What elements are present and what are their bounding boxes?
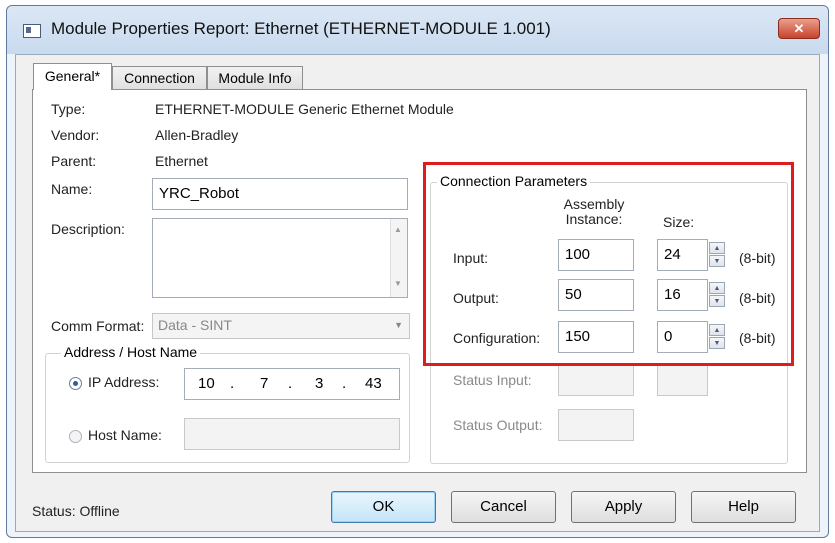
type-value: ETHERNET-MODULE Generic Ethernet Module — [155, 101, 454, 117]
title-bar[interactable]: Module Properties Report: Ethernet (ETHE… — [7, 6, 828, 54]
name-input[interactable]: YRC_Robot — [152, 178, 408, 210]
scroll-up-icon[interactable]: ▲ — [394, 225, 402, 234]
description-scrollbar[interactable]: ▲ ▼ — [390, 219, 407, 297]
parent-value: Ethernet — [155, 153, 208, 169]
cancel-button[interactable]: Cancel — [451, 491, 556, 523]
status-output-label: Status Output: — [453, 417, 543, 433]
ip-dot: . — [230, 375, 235, 392]
ip-address-input[interactable]: 10 . 7 . 3 . 43 — [184, 368, 400, 400]
parent-label: Parent: — [51, 153, 97, 169]
window-icon — [23, 24, 41, 38]
scroll-down-icon[interactable]: ▼ — [394, 279, 402, 288]
ip-octet-1: 10 — [198, 375, 215, 392]
host-name-input[interactable] — [184, 418, 400, 450]
vendor-value: Allen-Bradley — [155, 127, 239, 143]
tab-general[interactable]: General* — [33, 63, 112, 90]
status-input-instance-field[interactable] — [558, 364, 634, 396]
ip-octet-3: 3 — [315, 375, 324, 392]
ip-octet-4: 43 — [365, 375, 382, 392]
tab-module-info[interactable]: Module Info — [207, 66, 303, 89]
apply-button[interactable]: Apply — [571, 491, 676, 523]
chevron-down-icon[interactable]: ▼ — [394, 314, 403, 336]
address-group-title: Address / Host Name — [61, 344, 201, 360]
comm-format-label: Comm Format: — [51, 318, 145, 334]
ip-dot: . — [288, 375, 293, 392]
comm-format-select[interactable]: Data - SINT ▼ — [152, 313, 410, 339]
status-input-size-field[interactable] — [657, 364, 708, 396]
description-label: Description: — [51, 221, 125, 237]
help-button[interactable]: Help — [691, 491, 796, 523]
comm-format-value: Data - SINT — [158, 317, 232, 333]
description-textarea[interactable] — [152, 218, 408, 298]
ip-octet-2: 7 — [260, 375, 269, 392]
close-button[interactable]: ✕ — [778, 18, 820, 39]
tab-connection[interactable]: Connection — [112, 66, 207, 89]
ok-button[interactable]: OK — [331, 491, 436, 523]
vendor-label: Vendor: — [51, 127, 100, 143]
ip-address-label: IP Address: — [88, 374, 160, 390]
status-input-label: Status Input: — [453, 372, 532, 388]
host-name-radio[interactable] — [69, 430, 82, 443]
host-name-label: Host Name: — [88, 427, 162, 443]
type-label: Type: — [51, 101, 86, 117]
highlight-box — [423, 162, 794, 366]
ip-address-radio[interactable] — [69, 377, 82, 390]
ip-dot: . — [342, 375, 347, 392]
status-text: Status: Offline — [32, 503, 120, 519]
window-title: Module Properties Report: Ethernet (ETHE… — [51, 19, 551, 38]
status-output-instance-field[interactable] — [558, 409, 634, 441]
name-label: Name: — [51, 181, 93, 197]
